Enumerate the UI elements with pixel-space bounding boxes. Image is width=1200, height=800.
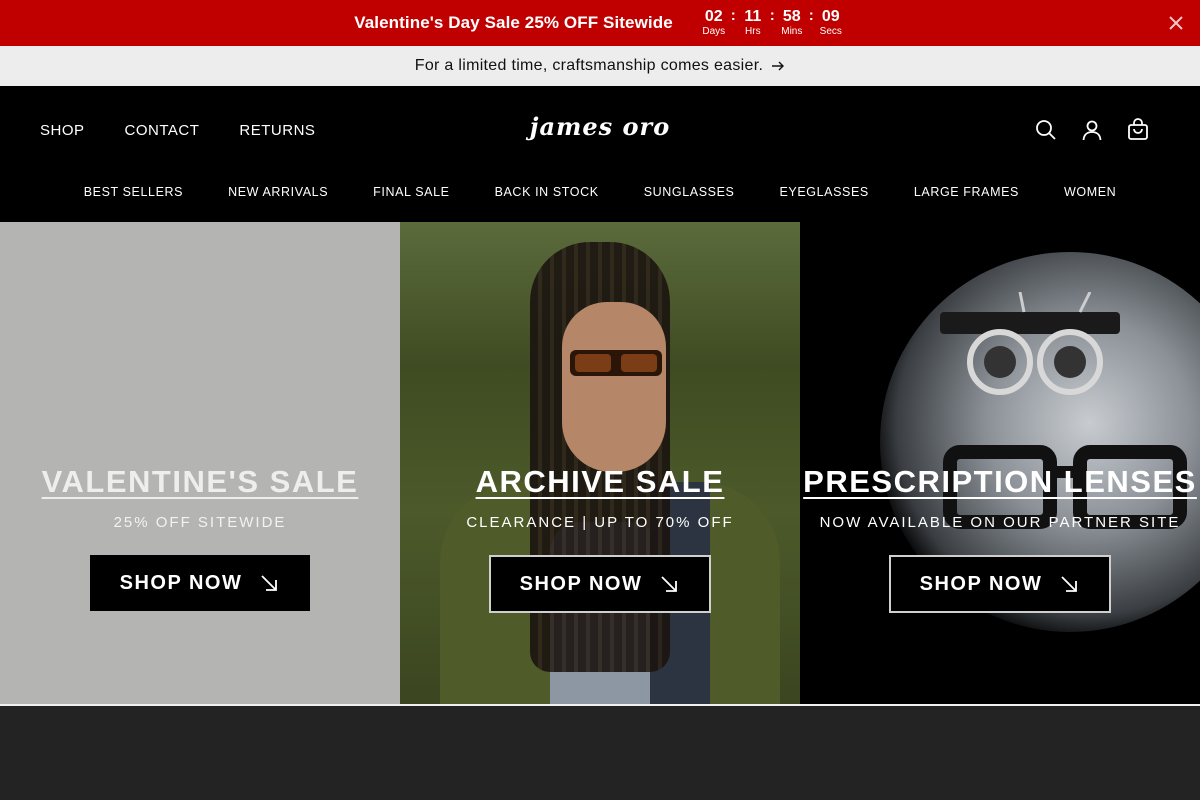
header-icons — [1034, 118, 1150, 142]
hero-panel-title[interactable]: PRESCRIPTION LENSES — [803, 464, 1197, 500]
promo-text: Valentine's Day Sale 25% OFF Sitewide — [354, 13, 673, 32]
site-header: SHOP CONTACT RETURNS james oro BEST SELL… — [0, 86, 1200, 222]
countdown-minutes-value: 58 — [782, 8, 801, 25]
sunglasses-image — [570, 350, 662, 376]
hero-panel-valentines[interactable]: VALENTINE'S SALE 25% OFF SITEWIDE SHOP N… — [0, 222, 400, 704]
hero-panel-subtitle: CLEARANCE | UP TO 70% OFF — [466, 514, 734, 531]
countdown-separator: : — [730, 7, 736, 24]
site-logo[interactable]: james oro — [0, 112, 1200, 141]
hero-panel-title[interactable]: ARCHIVE SALE — [476, 464, 725, 500]
hero-panel-content: ARCHIVE SALE CLEARANCE | UP TO 70% OFF S… — [400, 464, 800, 613]
category-women[interactable]: WOMEN — [1064, 185, 1116, 199]
countdown-seconds-label: Secs — [819, 26, 842, 37]
announcement-bar[interactable]: For a limited time, craftsmanship comes … — [0, 46, 1200, 86]
shop-now-label: SHOP NOW — [119, 571, 243, 594]
countdown-minutes-label: Mins — [781, 26, 803, 37]
shop-now-label: SHOP NOW — [519, 572, 643, 595]
category-new-arrivals[interactable]: NEW ARRIVALS — [228, 185, 328, 199]
arrow-down-right-icon — [1061, 576, 1078, 592]
countdown-days-value: 02 — [704, 8, 723, 25]
countdown-hours: 11 Hrs — [738, 8, 768, 38]
countdown-separator: : — [769, 7, 775, 24]
countdown-seconds: 09 Secs — [816, 8, 846, 38]
hero-panel-content: PRESCRIPTION LENSES NOW AVAILABLE ON OUR… — [800, 464, 1200, 613]
hero-panel-content: VALENTINE'S SALE 25% OFF SITEWIDE SHOP N… — [0, 464, 400, 611]
hero-panel-subtitle: 25% OFF SITEWIDE — [113, 514, 287, 531]
countdown-timer: 02 Days : 11 Hrs : 58 Mins : 09 Secs — [699, 8, 846, 38]
announcement-text[interactable]: For a limited time, craftsmanship comes … — [415, 57, 763, 75]
arrow-down-right-icon — [261, 575, 278, 591]
shop-now-button[interactable]: SHOP NOW — [889, 555, 1111, 613]
category-sunglasses[interactable]: SUNGLASSES — [644, 185, 735, 199]
arrow-down-right-icon — [661, 576, 678, 592]
hero-panel-prescription[interactable]: PRESCRIPTION LENSES NOW AVAILABLE ON OUR… — [800, 222, 1200, 704]
shop-now-button[interactable]: SHOP NOW — [489, 555, 711, 613]
footer-section — [0, 706, 1200, 800]
cart-icon[interactable] — [1126, 118, 1150, 142]
hero-panel-archive[interactable]: ARCHIVE SALE CLEARANCE | UP TO 70% OFF S… — [400, 222, 800, 704]
hero-panel-title[interactable]: VALENTINE'S SALE — [42, 464, 359, 500]
category-best-sellers[interactable]: BEST SELLERS — [84, 185, 183, 199]
arrow-right-icon — [772, 61, 785, 71]
countdown-days-label: Days — [702, 26, 726, 37]
category-nav: BEST SELLERS NEW ARRIVALS FINAL SALE BAC… — [0, 185, 1200, 199]
hero-panel-subtitle: NOW AVAILABLE ON OUR PARTNER SITE — [819, 514, 1181, 531]
category-back-in-stock[interactable]: BACK IN STOCK — [495, 185, 599, 199]
search-icon[interactable] — [1034, 118, 1058, 142]
close-icon[interactable] — [1166, 13, 1186, 33]
countdown-hours-label: Hrs — [745, 26, 761, 37]
account-icon[interactable] — [1080, 118, 1104, 142]
hero-banners: VALENTINE'S SALE 25% OFF SITEWIDE SHOP N… — [0, 222, 1200, 704]
category-large-frames[interactable]: LARGE FRAMES — [914, 185, 1019, 199]
countdown-separator: : — [808, 7, 814, 24]
countdown-seconds-value: 09 — [821, 8, 840, 25]
hero-photo-face — [562, 302, 666, 472]
category-final-sale[interactable]: FINAL SALE — [373, 185, 449, 199]
phoropter-image — [940, 292, 1120, 395]
shop-now-button[interactable]: SHOP NOW — [90, 555, 310, 611]
countdown-minutes: 58 Mins — [777, 8, 807, 38]
shop-now-label: SHOP NOW — [919, 572, 1043, 595]
category-eyeglasses[interactable]: EYEGLASSES — [779, 185, 868, 199]
countdown-hours-value: 11 — [744, 8, 762, 25]
countdown-days: 02 Days — [699, 8, 729, 38]
promo-bar: Valentine's Day Sale 25% OFF Sitewide 02… — [0, 0, 1200, 46]
